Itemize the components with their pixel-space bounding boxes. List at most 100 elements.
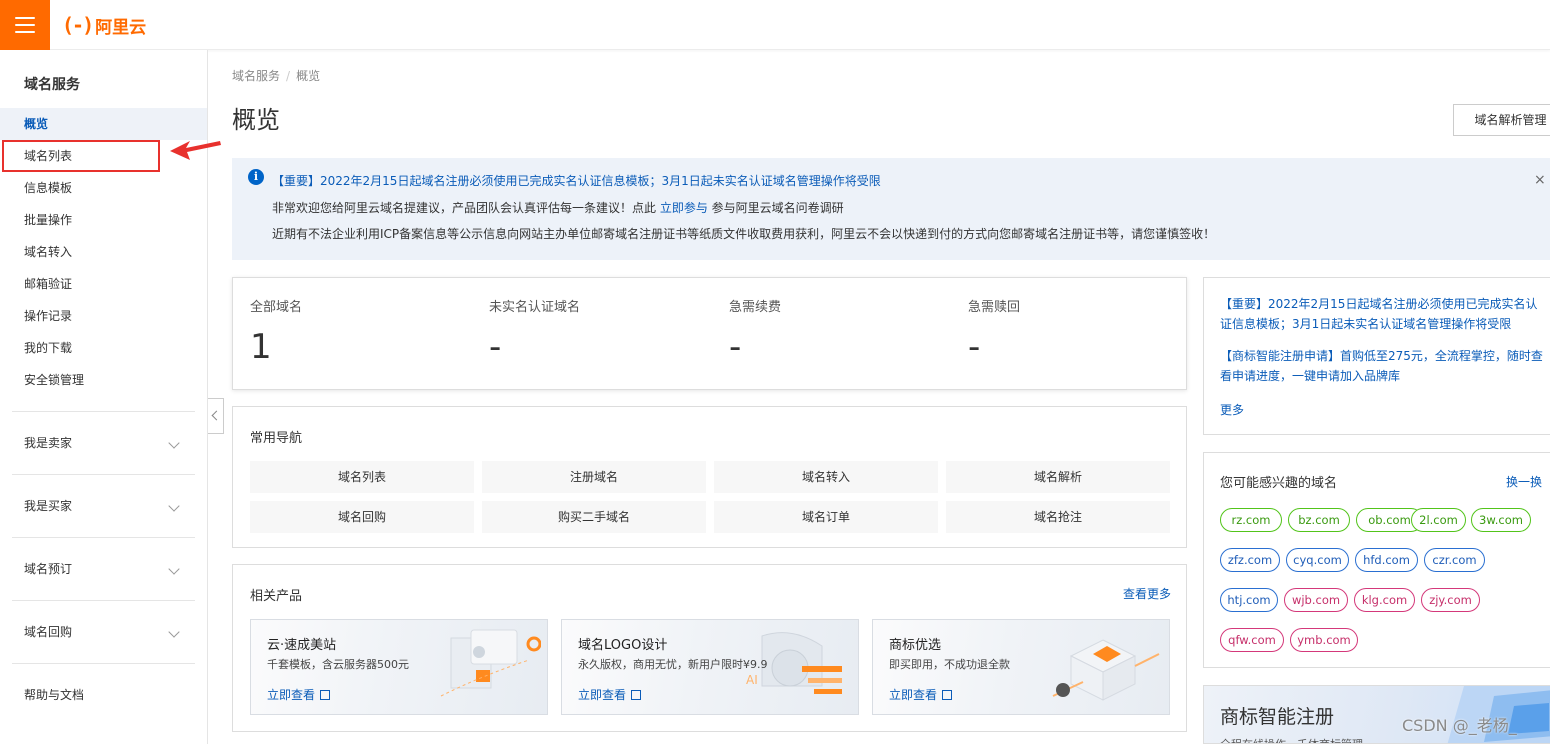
dns-management-button[interactable]: 域名解析管理 xyxy=(1453,104,1550,136)
domain-tag[interactable]: zfz.com xyxy=(1220,548,1280,572)
sidebar-group-domain-buyback[interactable]: 域名回购 xyxy=(0,616,207,648)
sidebar-item-help-docs[interactable]: 帮助与文档 xyxy=(0,679,207,711)
news-item-realname-notice[interactable]: 【重要】2022年2月15日起域名注册必须使用已完成实名认证信息模板；3月1日起… xyxy=(1220,294,1548,334)
domain-tag[interactable]: zjy.com xyxy=(1421,588,1480,612)
nav-button-buy-secondhand[interactable]: 购买二手域名 xyxy=(482,501,706,533)
sidebar-divider xyxy=(12,537,195,538)
chevron-down-icon xyxy=(168,563,180,575)
sidebar-item-info-template[interactable]: 信息模板 xyxy=(0,172,207,204)
product-card-trademark[interactable]: 商标优选 即买即用，不成功退全款 立即查看 xyxy=(872,619,1170,715)
page-title: 概览 xyxy=(232,106,280,134)
domain-tag[interactable]: qfw.com xyxy=(1220,628,1284,652)
menu-icon-line xyxy=(15,24,35,26)
nav-button-domain-list[interactable]: 域名列表 xyxy=(250,461,474,493)
refresh-suggestions-link[interactable]: 换一换 xyxy=(1506,473,1542,490)
banner-title: 商标智能注册 xyxy=(1220,706,1335,728)
sidebar-group-seller[interactable]: 我是卖家 xyxy=(0,427,207,459)
product-desc: 千套模板，含云服务器500元 xyxy=(267,658,409,671)
sidebar-group-buyer[interactable]: 我是买家 xyxy=(0,490,207,522)
product-card-logo-design[interactable]: AI 域名LOGO设计 永久版权，商用无忧，新用户限时¥9.9 立即查看 xyxy=(561,619,859,715)
domain-tag[interactable]: cyq.com xyxy=(1286,548,1349,572)
domain-tag[interactable]: 3w.com xyxy=(1471,508,1531,532)
domain-tag[interactable]: rz.com xyxy=(1220,508,1282,532)
website-illustration-icon xyxy=(440,629,541,697)
notice-fraud-warning-line: 近期有不法企业利用ICP备案信息等公示信息向网站主办单位邮寄域名注册证书等纸质文… xyxy=(272,227,1216,241)
sidebar-item-my-downloads[interactable]: 我的下载 xyxy=(0,332,207,364)
breadcrumb: 域名服务 / 概览 xyxy=(232,67,320,84)
stat-value: - xyxy=(729,327,742,367)
info-icon: i xyxy=(248,169,264,185)
nav-button-register-domain[interactable]: 注册域名 xyxy=(482,461,706,493)
sidebar-title: 域名服务 xyxy=(24,77,80,93)
stat-renewal-needed[interactable]: 急需续费 - xyxy=(729,296,781,367)
sidebar-item-email-verification[interactable]: 邮箱验证 xyxy=(0,268,207,300)
product-view-link[interactable]: 立即查看 xyxy=(578,686,642,703)
domain-tag[interactable]: 2l.com xyxy=(1411,508,1466,532)
nav-button-dns[interactable]: 域名解析 xyxy=(946,461,1170,493)
stat-value: - xyxy=(489,327,502,367)
survey-participate-link[interactable]: 立即参与 xyxy=(660,201,708,215)
sidebar-item-operation-log[interactable]: 操作记录 xyxy=(0,300,207,332)
domain-tag[interactable]: htj.com xyxy=(1220,588,1278,612)
stat-label: 未实名认证域名 xyxy=(489,300,581,315)
news-card: 【重要】2022年2月15日起域名注册必须使用已完成实名认证信息模板；3月1日起… xyxy=(1203,277,1550,435)
breadcrumb-current: 概览 xyxy=(296,69,321,83)
product-title: 商标优选 xyxy=(889,638,942,653)
sidebar-item-batch-operation[interactable]: 批量操作 xyxy=(0,204,207,236)
sidebar-collapse-button[interactable] xyxy=(208,398,224,434)
domain-tag[interactable]: hfd.com xyxy=(1355,548,1418,572)
stat-all-domains[interactable]: 全部域名 1 xyxy=(250,296,302,367)
common-nav-title: 常用导航 xyxy=(250,431,303,446)
sidebar-item-domain-transfer-in[interactable]: 域名转入 xyxy=(0,236,207,268)
domain-tag[interactable]: klg.com xyxy=(1354,588,1415,612)
external-link-icon xyxy=(320,690,331,700)
external-link-icon xyxy=(942,690,953,700)
watermark-text: CSDN @_老杨_ xyxy=(1402,716,1517,735)
banner-subtitle: 全程在线操作，千体商标管理 xyxy=(1220,736,1363,743)
stat-value: - xyxy=(968,327,981,367)
stat-unverified-domains[interactable]: 未实名认证域名 - xyxy=(489,296,580,367)
product-view-link[interactable]: 立即查看 xyxy=(889,686,953,703)
sidebar-group-label: 域名预订 xyxy=(24,562,73,576)
stat-value: 1 xyxy=(250,327,272,367)
suggested-domains-card: 您可能感兴趣的域名 换一换 rz.com bz.com ob.com 2l.co… xyxy=(1203,452,1550,668)
news-more-link[interactable]: 更多 xyxy=(1220,401,1244,418)
stat-label: 急需赎回 xyxy=(968,300,1021,315)
domain-tag[interactable]: bz.com xyxy=(1288,508,1350,532)
top-bar: (-) 阿里云 xyxy=(0,0,1550,50)
sidebar-group-label: 我是卖家 xyxy=(24,436,73,450)
view-more-link[interactable]: 查看更多 xyxy=(1123,585,1171,602)
nav-button-transfer-in[interactable]: 域名转入 xyxy=(714,461,938,493)
domain-tag[interactable]: ymb.com xyxy=(1290,628,1358,652)
stat-redemption-needed[interactable]: 急需赎回 - xyxy=(968,296,1020,367)
common-nav-grid: 域名列表 注册域名 域名转入 域名解析 域名回购 购买二手域名 域名订单 域名抢… xyxy=(250,461,1171,533)
logo-text: 阿里云 xyxy=(95,17,147,38)
menu-icon-line xyxy=(15,17,35,19)
hamburger-menu-button[interactable] xyxy=(0,0,50,50)
sidebar-group-label: 我是买家 xyxy=(24,499,73,513)
domain-tag[interactable]: czr.com xyxy=(1424,548,1485,572)
product-link-label: 立即查看 xyxy=(267,688,316,702)
close-icon[interactable]: × xyxy=(1534,172,1546,188)
breadcrumb-root[interactable]: 域名服务 xyxy=(232,69,280,83)
domain-stats-card: 全部域名 1 未实名认证域名 - 急需续费 - 急需赎回 - xyxy=(232,277,1187,390)
nav-button-domain-snapping[interactable]: 域名抢注 xyxy=(946,501,1170,533)
domain-tag[interactable]: wjb.com xyxy=(1284,588,1348,612)
product-title: 域名LOGO设计 xyxy=(578,638,668,653)
stat-label: 全部域名 xyxy=(250,300,303,315)
svg-text:AI: AI xyxy=(746,673,758,687)
notice-important-line[interactable]: 【重要】2022年2月15日起域名注册必须使用已完成实名认证信息模板；3月1日起… xyxy=(272,172,881,189)
product-card-website[interactable]: 云·速成美站 千套模板，含云服务器500元 立即查看 xyxy=(250,619,548,715)
product-link-label: 立即查看 xyxy=(889,688,938,702)
annotation-highlight-box xyxy=(2,140,160,172)
news-item-trademark-promo[interactable]: 【商标智能注册申请】首购低至275元，全流程掌控，随时查看申请进度，一键申请加入… xyxy=(1220,346,1548,386)
logo-mark-icon: (-) xyxy=(62,13,94,37)
aliyun-logo[interactable]: (-) 阿里云 xyxy=(62,13,147,38)
external-link-icon xyxy=(631,690,642,700)
sidebar-item-security-lock[interactable]: 安全锁管理 xyxy=(0,364,207,396)
nav-button-domain-orders[interactable]: 域名订单 xyxy=(714,501,938,533)
nav-button-buyback[interactable]: 域名回购 xyxy=(250,501,474,533)
sidebar-group-domain-reservation[interactable]: 域名预订 xyxy=(0,553,207,585)
product-view-link[interactable]: 立即查看 xyxy=(267,686,331,703)
sidebar-divider xyxy=(12,474,195,475)
